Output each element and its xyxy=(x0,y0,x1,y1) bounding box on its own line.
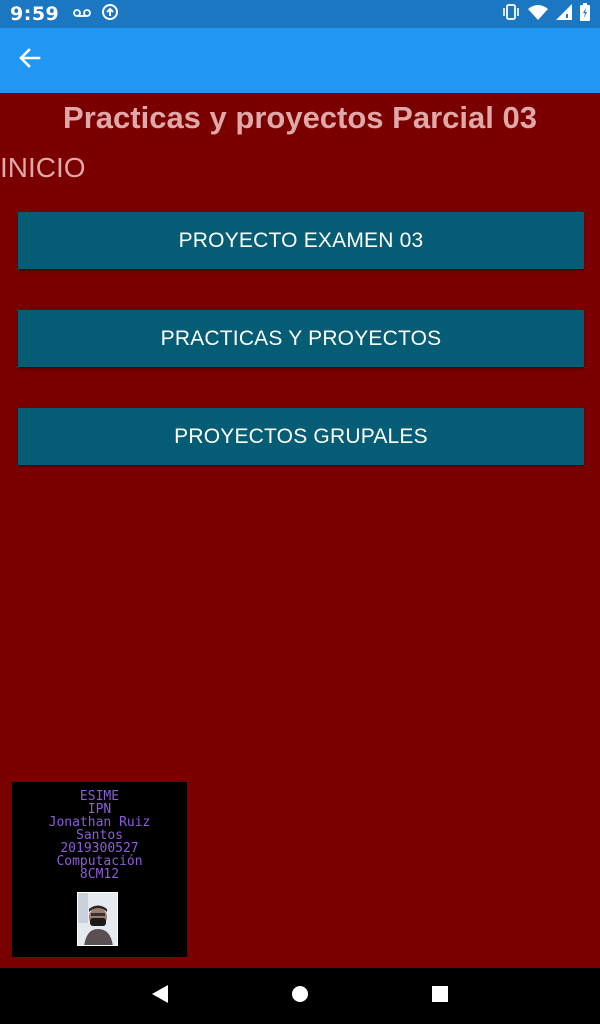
status-time: 9:59 xyxy=(10,3,60,25)
back-triangle-icon xyxy=(151,984,169,1009)
page-title: Practicas y proyectos Parcial 03 xyxy=(63,100,537,135)
id-group: 8CM12 xyxy=(79,867,120,882)
voicemail-icon xyxy=(73,5,92,23)
wifi-icon xyxy=(528,4,548,25)
app-bar xyxy=(0,28,600,93)
navigation-bar xyxy=(0,968,600,1024)
arrow-back-icon xyxy=(19,48,41,73)
status-bar: 9:59 xyxy=(0,0,600,28)
student-id-card: ESIME IPN Jonathan Ruiz Santos 201930052… xyxy=(12,782,187,957)
signal-icon xyxy=(556,3,572,25)
nav-home-button[interactable] xyxy=(280,976,320,1016)
practicas-proyectos-button[interactable]: PRACTICAS Y PROYECTOS xyxy=(18,310,584,367)
proyecto-examen-button[interactable]: PROYECTO EXAMEN 03 xyxy=(18,212,584,269)
back-button[interactable] xyxy=(0,28,60,93)
vibrate-icon xyxy=(502,3,520,25)
home-circle-icon xyxy=(291,985,309,1008)
nav-recents-button[interactable] xyxy=(420,976,460,1016)
battery-icon xyxy=(580,2,590,26)
nav-back-button[interactable] xyxy=(140,976,180,1016)
avatar xyxy=(77,892,118,946)
proyectos-grupales-button[interactable]: PROYECTOS GRUPALES xyxy=(18,408,584,465)
recents-square-icon xyxy=(431,985,449,1008)
sync-icon xyxy=(101,3,119,26)
section-label: INICIO xyxy=(0,152,86,183)
